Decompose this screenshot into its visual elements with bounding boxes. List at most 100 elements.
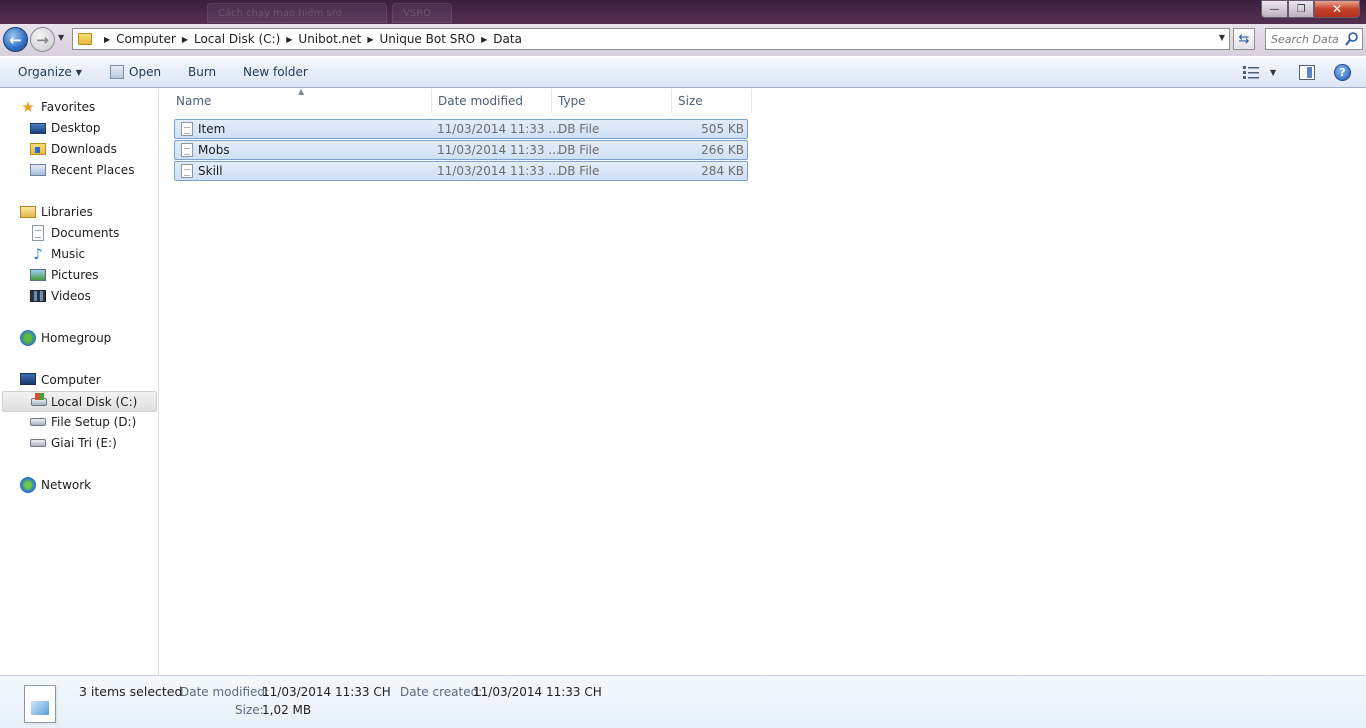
folder-icon <box>78 33 92 45</box>
chevron-right-icon[interactable]: ▶ <box>182 35 188 44</box>
column-header-type[interactable]: Type <box>552 89 672 113</box>
nav-favorites[interactable]: ★ Favorites <box>0 97 156 118</box>
chevron-right-icon[interactable]: ▶ <box>286 35 292 44</box>
background-tab: Cách chạy mạo hiểm sro <box>207 3 387 23</box>
nav-label: Desktop <box>51 121 101 135</box>
size-label: Size: <box>235 703 264 717</box>
view-options-dropdown[interactable]: ▼ <box>1270 68 1276 77</box>
address-bar[interactable]: ▶ Computer ▶ Local Disk (C:) ▶ Unibot.ne… <box>72 28 1230 50</box>
desktop-icon <box>30 123 46 134</box>
file-icon <box>181 164 193 178</box>
file-date: 11/03/2014 11:33 ... <box>437 164 560 178</box>
videos-icon <box>30 290 46 302</box>
preview-pane-icon[interactable] <box>1299 65 1315 80</box>
back-button[interactable]: ← <box>3 27 28 52</box>
date-created-value: 11/03/2014 11:33 CH <box>473 685 602 699</box>
nav-label: Network <box>41 478 92 492</box>
title-bar: Cách chạy mạo hiểm sro VSRO — ❐ ✕ <box>0 0 1366 24</box>
new-folder-button[interactable]: New folder <box>243 65 308 79</box>
help-icon[interactable]: ? <box>1334 64 1351 81</box>
nav-label: Videos <box>51 289 91 303</box>
homegroup-icon <box>20 330 36 346</box>
file-type: DB File <box>558 164 600 178</box>
nav-label: Recent Places <box>51 163 135 177</box>
column-header-size[interactable]: Size <box>672 89 752 113</box>
file-type: DB File <box>558 122 600 136</box>
search-icon[interactable] <box>1345 31 1359 47</box>
breadcrumb-unibot[interactable]: Unibot.net <box>298 32 361 46</box>
breadcrumb-data[interactable]: Data <box>493 32 522 46</box>
file-date: 11/03/2014 11:33 ... <box>437 122 560 136</box>
nav-documents[interactable]: Documents <box>0 223 156 244</box>
refresh-button[interactable]: ⇆ <box>1233 28 1255 50</box>
nav-label: Libraries <box>41 205 93 219</box>
close-button[interactable]: ✕ <box>1314 0 1360 18</box>
nav-giai-tri-e[interactable]: Giai Tri (E:) <box>0 433 156 454</box>
maximize-button[interactable]: ❐ <box>1288 0 1314 18</box>
file-icon <box>181 122 193 136</box>
organize-button[interactable]: Organize ▼ <box>18 65 82 79</box>
file-list-pane[interactable]: Name ▲ Date modified Type Size Item 11/0… <box>160 87 1366 675</box>
chevron-down-icon: ▼ <box>75 67 82 77</box>
burn-button[interactable]: Burn <box>188 65 216 79</box>
column-header-date-modified[interactable]: Date modified <box>432 89 552 113</box>
recent-pages-dropdown[interactable]: ▼ <box>58 33 64 42</box>
nav-downloads[interactable]: Downloads <box>0 139 156 160</box>
file-name: Mobs <box>198 143 230 157</box>
drive-icon <box>30 439 46 447</box>
music-icon: ♪ <box>33 245 43 263</box>
nav-file-setup-d[interactable]: File Setup (D:) <box>0 412 156 433</box>
nav-homegroup[interactable]: Homegroup <box>0 328 156 349</box>
refresh-icon: ⇆ <box>1238 31 1250 47</box>
nav-computer[interactable]: Computer <box>0 370 156 391</box>
organize-label: Organize <box>18 65 72 79</box>
search-box[interactable] <box>1265 28 1363 50</box>
nav-libraries[interactable]: Libraries <box>0 202 156 223</box>
file-size: 266 KB <box>701 143 744 157</box>
nav-videos[interactable]: Videos <box>0 286 156 307</box>
minimize-button[interactable]: — <box>1261 0 1288 18</box>
breadcrumb-computer[interactable]: Computer <box>116 32 176 46</box>
open-button[interactable]: Open <box>110 65 161 79</box>
nav-label: Computer <box>41 373 101 387</box>
navigation-bar: ← → ▼ ▶ Computer ▶ Local Disk (C:) ▶ Uni… <box>0 24 1366 56</box>
column-label: Name <box>176 94 212 108</box>
nav-network[interactable]: Network <box>0 475 156 496</box>
arrow-right-icon: → <box>36 30 49 49</box>
column-header-name[interactable]: Name ▲ <box>160 87 432 113</box>
nav-label: Documents <box>51 226 120 240</box>
chevron-right-icon[interactable]: ▶ <box>367 35 373 44</box>
file-row[interactable]: Mobs 11/03/2014 11:33 ... DB File 266 KB <box>174 140 748 160</box>
nav-music[interactable]: ♪ Music <box>0 244 156 265</box>
open-icon <box>110 65 124 79</box>
file-row[interactable]: Item 11/03/2014 11:33 ... DB File 505 KB <box>174 119 748 139</box>
breadcrumb-local-disk[interactable]: Local Disk (C:) <box>194 32 280 46</box>
details-pane: 3 items selected Date modified: 11/03/20… <box>0 675 1366 728</box>
nav-label: File Setup (D:) <box>51 415 137 429</box>
nav-local-disk-c[interactable]: Local Disk (C:) <box>2 391 157 412</box>
chevron-right-icon[interactable]: ▶ <box>481 35 487 44</box>
star-icon: ★ <box>21 98 35 116</box>
change-view-icon[interactable] <box>1243 66 1259 79</box>
nav-recent-places[interactable]: Recent Places <box>0 160 156 181</box>
address-history-dropdown[interactable]: ▼ <box>1219 33 1225 42</box>
nav-desktop[interactable]: Desktop <box>0 118 156 139</box>
size-value: 1,02 MB <box>262 703 312 717</box>
forward-button[interactable]: → <box>30 27 55 52</box>
nav-label: Local Disk (C:) <box>51 395 138 409</box>
search-input[interactable] <box>1266 29 1344 49</box>
background-tab: VSRO <box>392 3 452 23</box>
file-name: Item <box>198 122 226 136</box>
chevron-right-icon[interactable]: ▶ <box>104 35 110 44</box>
multiple-files-icon <box>24 685 56 723</box>
file-row[interactable]: Skill 11/03/2014 11:33 ... DB File 284 K… <box>174 161 748 181</box>
sort-ascending-icon: ▲ <box>298 87 305 96</box>
file-type: DB File <box>558 143 600 157</box>
date-modified-value: 11/03/2014 11:33 CH <box>262 685 391 699</box>
pictures-icon <box>30 269 46 281</box>
command-bar: Organize ▼ Open Burn New folder ▼ ? <box>0 57 1366 88</box>
nav-label: Pictures <box>51 268 99 282</box>
nav-pictures[interactable]: Pictures <box>0 265 156 286</box>
breadcrumb-unique-bot[interactable]: Unique Bot SRO <box>379 32 475 46</box>
downloads-icon <box>30 143 46 155</box>
